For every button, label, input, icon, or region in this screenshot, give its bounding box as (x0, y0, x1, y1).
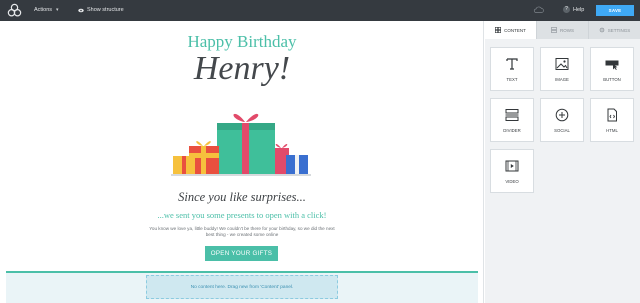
content-block-label: DIVIDER (503, 127, 521, 133)
tab-content-label: CONTENT (504, 27, 526, 33)
content-block-label: TEXT (506, 76, 518, 82)
content-block-label: VIDEO (505, 178, 519, 184)
content-panel: CONTENT ROWS SETTINGS TEXT IMAGE BUTTON … (485, 21, 640, 303)
tab-rows[interactable]: ROWS (536, 21, 588, 39)
content-block-divider[interactable]: DIVIDER (490, 98, 534, 142)
top-bar: Actions ▾ Show structure ? Help SAVE (0, 0, 640, 21)
actions-label: Actions (34, 7, 53, 13)
open-gifts-button[interactable]: OPEN YOUR GIFTS (205, 246, 278, 261)
content-block-label: BUTTON (603, 76, 621, 82)
tab-settings[interactable]: SETTINGS (588, 21, 640, 39)
text-icon (506, 57, 518, 70)
heading-surprises[interactable]: Since you like surprises... (0, 190, 484, 205)
heading-presents[interactable]: ...we sent you some presents to open wit… (0, 210, 484, 220)
help-button[interactable]: ? Help (563, 6, 584, 13)
video-icon (505, 160, 519, 171)
settings-icon (599, 27, 605, 33)
save-button[interactable]: SAVE (596, 5, 634, 16)
gift-boxes-image[interactable] (171, 98, 311, 176)
panel-tabs: CONTENT ROWS SETTINGS (485, 21, 640, 39)
empty-content-dropzone[interactable]: No content here. Drag new from 'Content'… (146, 275, 338, 299)
tab-content[interactable]: CONTENT (485, 21, 536, 39)
content-block-text[interactable]: TEXT (490, 47, 534, 91)
social-icon (555, 108, 569, 121)
logo-icon[interactable] (7, 3, 22, 18)
email-canvas[interactable]: Happy Birthday Henry! Since you like sur… (0, 21, 484, 303)
actions-menu[interactable]: Actions ▾ (34, 7, 59, 13)
content-block-label: HTML (606, 127, 618, 133)
content-block-video[interactable]: VIDEO (490, 149, 534, 193)
help-label: Help (573, 6, 585, 13)
eye-icon (78, 8, 84, 12)
content-block-label: SOCIAL (554, 127, 570, 133)
heading-happy-birthday[interactable]: Happy Birthday (0, 32, 484, 52)
divider-icon (505, 108, 519, 121)
image-icon (555, 57, 569, 70)
body-paragraph[interactable]: You know we love ya, little buddy! We co… (145, 226, 339, 238)
content-block-image[interactable]: IMAGE (540, 47, 584, 91)
grid-icon (495, 27, 502, 33)
content-block-button[interactable]: BUTTON (590, 47, 634, 91)
tab-rows-label: ROWS (560, 27, 574, 33)
help-icon: ? (563, 6, 570, 13)
content-block-html[interactable]: HTML (590, 98, 634, 142)
chevron-down-icon: ▾ (56, 7, 59, 13)
content-block-social[interactable]: SOCIAL (540, 98, 584, 142)
show-structure-toggle[interactable]: Show structure (78, 7, 124, 13)
heading-name[interactable]: Henry! (0, 50, 484, 88)
cloud-icon[interactable] (533, 5, 544, 14)
rows-icon (551, 27, 557, 33)
html-icon (607, 108, 617, 121)
tab-settings-label: SETTINGS (607, 27, 631, 33)
show-structure-label: Show structure (87, 7, 124, 13)
button-icon (605, 60, 619, 70)
content-block-label: IMAGE (555, 76, 569, 82)
